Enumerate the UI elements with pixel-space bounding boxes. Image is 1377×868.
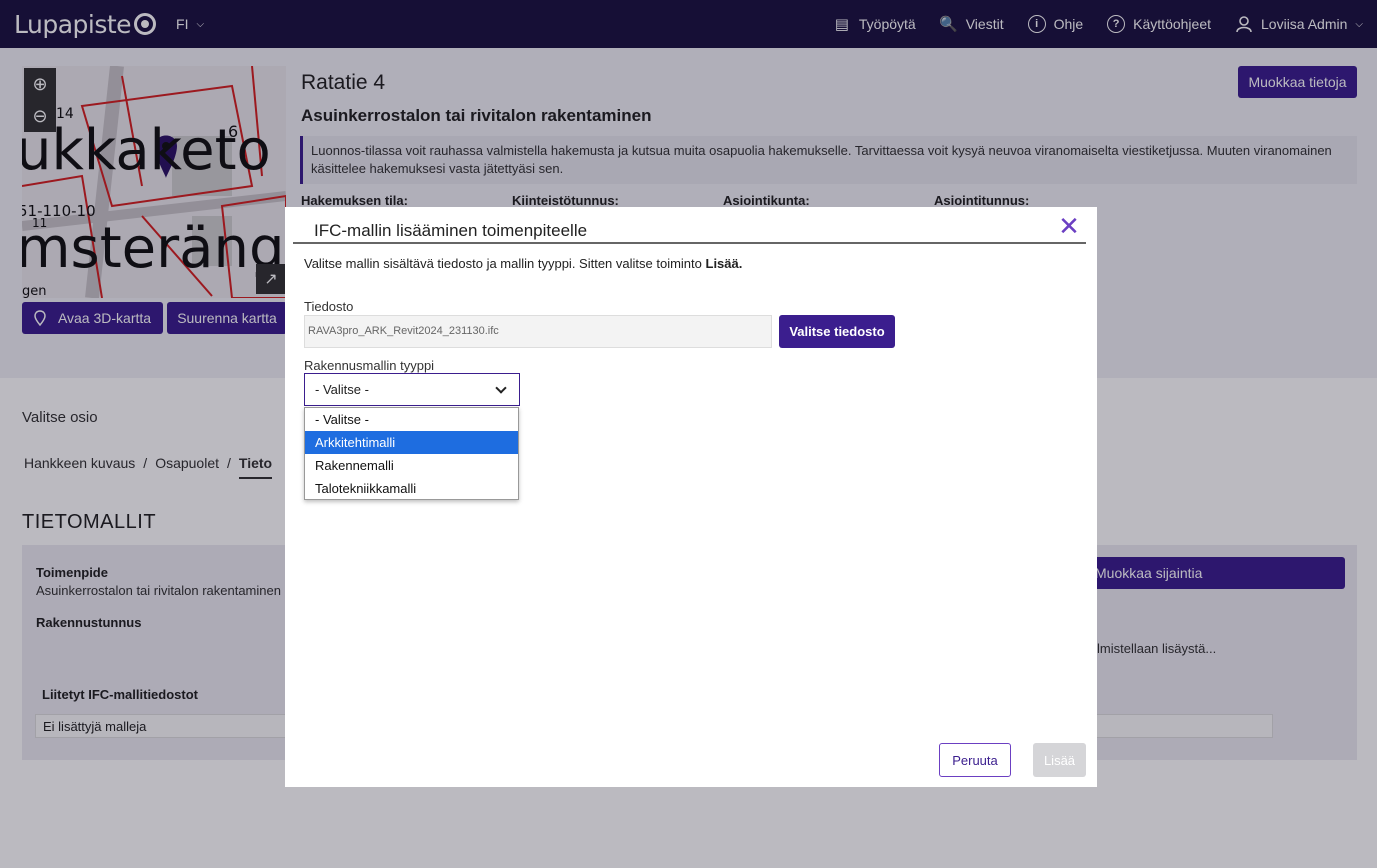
description-emphasis: Lisää. xyxy=(705,256,743,271)
button-label: Valitse tiedosto xyxy=(789,324,885,339)
description-text: Valitse mallin sisältävä tiedosto ja mal… xyxy=(304,256,706,271)
option-structural-model[interactable]: Rakennemalli xyxy=(305,454,518,477)
dialog-description: Valitse mallin sisältävä tiedosto ja mal… xyxy=(304,256,742,271)
ifc-model-dialog: IFC-mallin lisääminen toimenpiteelle ✕ V… xyxy=(285,207,1097,787)
add-button[interactable]: Lisää xyxy=(1033,743,1086,777)
cancel-button[interactable]: Peruuta xyxy=(939,743,1011,777)
option-architecture-model[interactable]: Arkkitehtimalli xyxy=(305,431,518,454)
file-name-field[interactable]: RAVA3pro_ARK_Revit2024_231130.ifc xyxy=(304,315,772,348)
choose-file-button[interactable]: Valitse tiedosto xyxy=(779,315,895,348)
title-divider xyxy=(293,242,1086,244)
close-icon[interactable]: ✕ xyxy=(1057,213,1081,239)
file-label: Tiedosto xyxy=(304,299,354,314)
select-value: - Valitse - xyxy=(315,382,369,397)
button-label: Lisää xyxy=(1043,752,1076,768)
button-label: Peruuta xyxy=(952,752,998,768)
model-type-label: Rakennusmallin tyyppi xyxy=(304,358,435,373)
option-building-services-model[interactable]: Talotekniikkamalli xyxy=(305,477,518,500)
option-placeholder[interactable]: - Valitse - xyxy=(305,408,518,431)
model-type-dropdown: - Valitse - Arkkitehtimalli Rakennemalli… xyxy=(304,407,519,500)
dialog-title: IFC-mallin lisääminen toimenpiteelle xyxy=(314,221,588,240)
chevron-down-icon xyxy=(495,381,507,394)
model-type-select[interactable]: - Valitse - xyxy=(304,373,520,406)
